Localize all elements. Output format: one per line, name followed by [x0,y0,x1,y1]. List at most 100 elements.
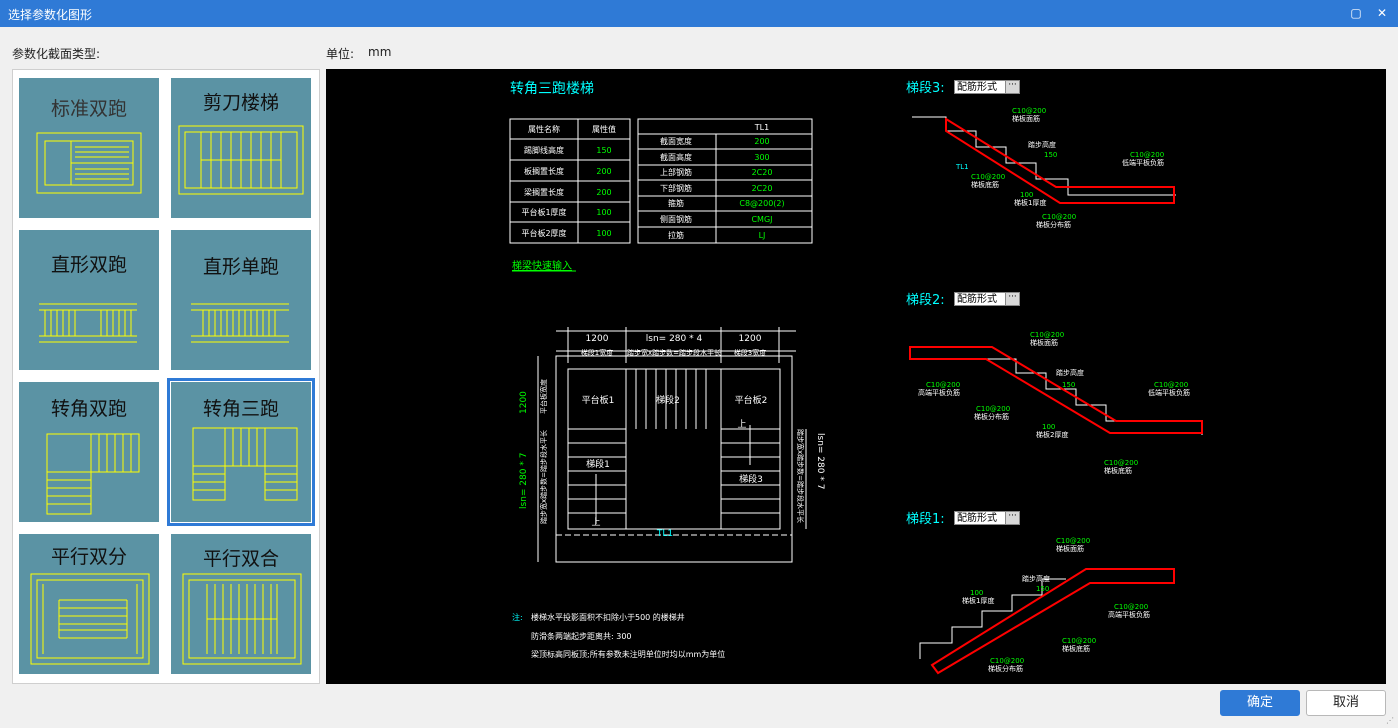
plan-label-up2: 上 [737,419,746,430]
seg2-label: 梯板分布筋 [974,412,1009,421]
props-row-value: 200 [596,188,611,197]
seg1-label: 150 [1036,585,1049,593]
shape-tile-straight-double[interactable]: 直形双跑 [19,230,159,370]
seg3-label: 低端平板负筋 [1122,158,1164,167]
segment1-rebar [930,568,1175,675]
ok-button[interactable]: 确定 [1220,690,1300,716]
seg1-label: C10@200 [990,657,1024,665]
shape-tile-parallel-merge[interactable]: 平行双合 [171,534,311,674]
plan-dim-top-left: 1200 [586,334,609,344]
props-row-name: 平台板2厚度 [521,228,566,238]
segment1-title: 梯段1: [906,512,945,527]
stair-plan [537,327,807,563]
segment2-mode-select[interactable]: 配筋形式 ··· [954,292,1020,306]
beam-row-name: 截面高度 [660,152,692,162]
seg1-label: C10@200 [1114,603,1148,611]
cancel-button[interactable]: 取消 [1306,690,1386,716]
beam-row-name: 箍筋 [668,198,684,208]
beam-row-value: 2C20 [752,184,773,193]
unit-value: mm [368,45,392,59]
shape-thumbnail [178,125,304,195]
shape-thumbnail [30,573,150,665]
props-header-value: 属性值 [592,124,616,134]
shape-tile-straight-single[interactable]: 直形单跑 [171,230,311,370]
seg3-label: TL1 [955,163,969,171]
seg1-label: 梯板分布筋 [988,664,1023,673]
seg1-label: C10@200 [1062,637,1096,645]
shape-list: 标准双跑 剪刀楼梯 直形双跑 直形单跑 转角双跑 转角三跑 平行双分 平行双合 [12,69,320,684]
props-row-name: 板搁置长度 [524,166,564,176]
shape-thumbnail [46,433,140,515]
plan-dim-top-right: 1200 [739,334,762,344]
seg3-label: 100 [1020,191,1033,199]
shape-tile-scissor[interactable]: 剪刀楼梯 [171,78,311,218]
segment1-mode-select[interactable]: 配筋形式 ··· [954,511,1020,525]
plan-run-right: lsn= 280 * 7 [815,433,825,489]
drawing-title: 转角三跑楼梯 [510,81,594,97]
shape-tile-standard-double[interactable]: 标准双跑 [19,78,159,218]
seg2-label: C10@200 [1154,381,1188,389]
seg2-label: C10@200 [1104,459,1138,467]
segment2-title: 梯段2: [906,293,945,308]
plan-run-left-sub: 踏步宽x踏步数=踏步段水平长 [539,430,548,524]
beam-row-value: 2C20 [752,168,773,177]
seg2-label: 踏步高度 [1056,368,1084,377]
plan-dim-top-right-sub: 梯段3宽度 [734,348,766,357]
beam-row-value: C8@200(2) [739,199,784,208]
shape-tile-corner-triple[interactable]: 转角三跑 [167,378,315,526]
shape-thumbnail [191,303,289,343]
seg2-label: 高端平板负筋 [918,388,960,397]
props-table [509,118,631,244]
more-icon[interactable]: ··· [1005,81,1019,93]
segment3-mode-select[interactable]: 配筋形式 ··· [954,80,1020,94]
drawing-canvas: 转角三跑楼梯 属性名称 属性值 踢脚线高度 150 板搁置长度 200 梁搁置长… [326,69,1386,684]
plan-run-left: lsn= 280 * 7 [519,453,529,509]
shape-thumbnail [192,427,298,501]
plan-dim-left: 1200 [519,391,529,414]
props-row-name: 梁搁置长度 [524,187,564,197]
plan-label-beam: TL1 [656,529,673,539]
seg3-label: 梯板面筋 [1012,114,1040,123]
seg2-label: 梯板底筋 [1104,466,1132,475]
beam-table-header: TL1 [754,123,769,132]
beam-row-value: LJ [759,231,766,240]
notes-prefix: 注: [512,612,523,622]
plan-dim-top-left-sub: 梯段1宽度 [581,348,613,357]
seg2-label: 100 [1042,423,1055,431]
plan-dim-left-sub: 平台板宽度 [539,379,548,414]
more-icon[interactable]: ··· [1005,293,1019,305]
plan-label-landing2: 平台板2 [735,394,768,406]
props-header-name: 属性名称 [528,124,560,134]
shape-tile-parallel-split[interactable]: 平行双分 [19,534,159,674]
props-row-name: 踢脚线高度 [524,145,564,155]
seg3-label: 梯板1厚度 [1014,198,1046,207]
seg3-label: 梯板分布筋 [1036,220,1071,229]
segment2-mode-value: 配筋形式 [957,294,997,305]
seg3-label: 踏步高度 [1028,140,1056,149]
note-line: 梁顶标高同板顶;所有参数未注明单位时均以mm为单位 [531,649,725,659]
plan-dim-top-mid: lsn= 280 * 4 [646,334,703,344]
more-icon[interactable]: ··· [1005,512,1019,524]
maximize-icon[interactable]: ▢ [1346,4,1366,22]
segment3-title: 梯段3: [906,81,945,96]
note-line: 楼梯水平投影面积不扣除小于500 的楼梯井 [531,612,685,622]
unit-label: 单位: [326,47,355,61]
plan-label-run1: 梯段1 [586,458,610,470]
props-row-value: 100 [596,229,611,238]
seg1-label: C10@200 [1056,537,1090,545]
seg3-label: C10@200 [971,173,1005,181]
beam-row-name: 拉筋 [668,230,684,240]
beam-row-value: 200 [754,137,769,146]
beam-row-name: 上部钢筋 [660,167,692,177]
props-row-name: 平台板1厚度 [521,207,566,217]
plan-label-run3: 梯段3 [739,473,763,485]
seg3-label: 150 [1044,151,1057,159]
props-row-value: 100 [596,208,611,217]
shape-tile-corner-double[interactable]: 转角双跑 [19,382,159,522]
close-icon[interactable]: ✕ [1372,4,1392,22]
shape-thumbnail [36,132,142,194]
resize-grip-icon[interactable]: ⋰ [1386,716,1396,726]
window-title: 选择参数化图形 [8,8,93,22]
beam-quick-input-link[interactable]: 梯梁快速输入 [512,259,572,272]
props-row-value: 200 [596,167,611,176]
